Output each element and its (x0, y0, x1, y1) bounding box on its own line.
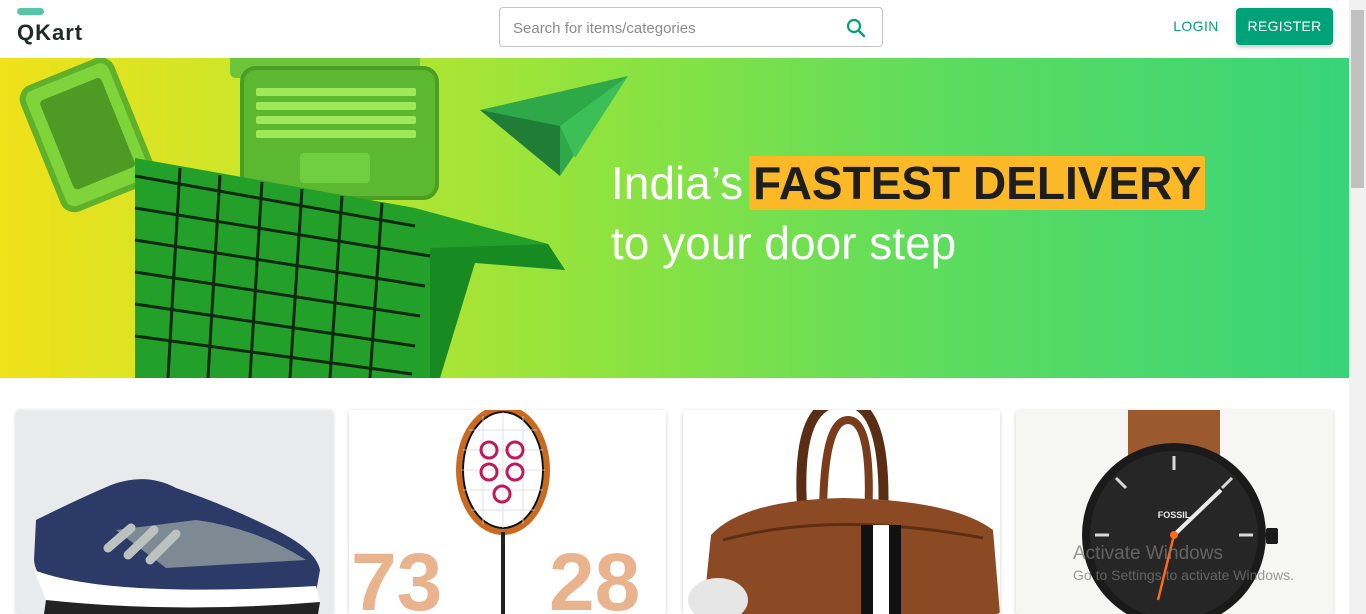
paper-plane-illustration (480, 76, 628, 176)
bag-image (683, 410, 1000, 614)
racket-number-right: 28 (549, 537, 640, 614)
product-grid: 73 28 FOSSIL (0, 410, 1349, 614)
shoe-image (16, 410, 333, 614)
app-header: QKart LOGIN REGISTER (0, 0, 1349, 58)
racket-image: 73 28 (349, 410, 666, 614)
watch-image: FOSSIL (1016, 410, 1333, 614)
product-card[interactable] (16, 410, 333, 614)
page-scrollbar[interactable] (1349, 0, 1366, 614)
watch-brand: FOSSIL (1158, 510, 1191, 520)
qkart-logo[interactable]: QKart (17, 8, 97, 48)
scrollbar-thumb[interactable] (1351, 10, 1364, 188)
register-button[interactable]: REGISTER (1236, 8, 1333, 45)
logo-text: QKart (17, 20, 84, 45)
login-button[interactable]: LOGIN (1160, 8, 1232, 44)
product-card[interactable]: FOSSIL (1016, 410, 1333, 614)
laptop-illustration (230, 58, 439, 200)
logo-bar (17, 8, 44, 15)
product-card[interactable]: 73 28 (349, 410, 666, 614)
hero-banner: India’s FASTEST DELIVERY to your door ste… (0, 58, 1349, 378)
racket-number-left: 73 (351, 537, 442, 614)
search-icon[interactable] (846, 18, 866, 38)
hero-illustration (19, 58, 628, 378)
search-box[interactable] (499, 7, 883, 47)
hero-headline: India’s FASTEST DELIVERY (611, 156, 1206, 210)
search-input[interactable] (513, 16, 833, 40)
hero-subline: to your door step (611, 217, 957, 269)
product-card[interactable] (683, 410, 1000, 614)
hero-highlight: FASTEST DELIVERY (749, 156, 1206, 210)
hero-prefix: India’s (611, 157, 744, 209)
